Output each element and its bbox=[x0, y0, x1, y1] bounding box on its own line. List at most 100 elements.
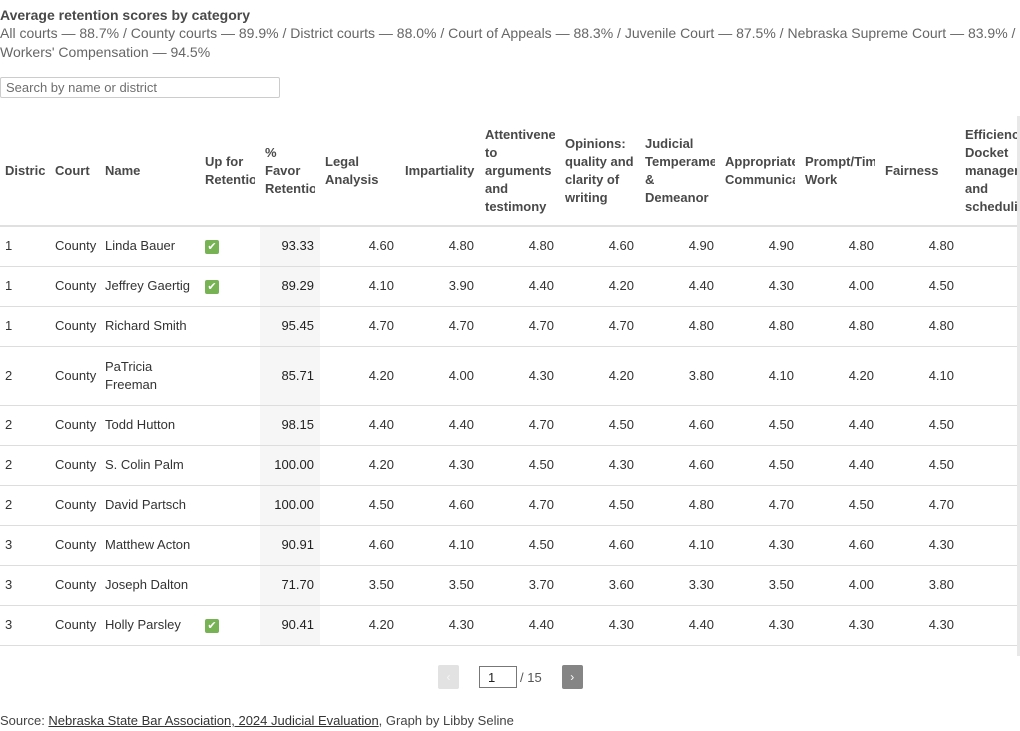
court-cell: County bbox=[50, 525, 100, 566]
column-header[interactable]: Opinions: quality and clarity of writing bbox=[560, 116, 640, 227]
score-cell: 4.50 bbox=[800, 485, 880, 526]
up-for-retention-cell bbox=[200, 445, 260, 486]
score-cell: 4.10 bbox=[320, 266, 400, 307]
score-cell: 4.30 bbox=[480, 346, 560, 406]
name-cell: Richard Smith bbox=[100, 306, 200, 347]
favor-retention-cell: 89.29 bbox=[260, 266, 320, 307]
pagination: ‹ / 15 › bbox=[438, 665, 583, 689]
up-for-retention-cell bbox=[200, 346, 260, 406]
score-cell: 4.70 bbox=[480, 306, 560, 347]
score-cell: 4.30 bbox=[880, 605, 960, 646]
source-prefix: Source: bbox=[0, 713, 49, 728]
favor-retention-cell: 90.41 bbox=[260, 605, 320, 646]
favor-retention-cell: 100.00 bbox=[260, 445, 320, 486]
column-header[interactable]: Attentiveness to arguments and testimony bbox=[480, 116, 560, 227]
score-cell: 4.20 bbox=[800, 346, 880, 406]
district-cell: 2 bbox=[0, 405, 50, 446]
district-cell: 2 bbox=[0, 485, 50, 526]
district-cell: 1 bbox=[0, 226, 50, 267]
score-cell: 3.70 bbox=[480, 565, 560, 606]
score-cell: 4.70 bbox=[480, 485, 560, 526]
up-for-retention-cell bbox=[200, 565, 260, 606]
court-cell: County bbox=[50, 306, 100, 347]
score-cell: 4.10 bbox=[880, 346, 960, 406]
score-cell: 4.50 bbox=[560, 485, 640, 526]
score-cell: 4.70 bbox=[480, 405, 560, 446]
name-cell: Joseph Dalton bbox=[100, 565, 200, 606]
column-header[interactable]: Impartiality bbox=[400, 116, 480, 227]
up-for-retention-cell: ✔ bbox=[200, 605, 260, 646]
table-row: 3 County Joseph Dalton 71.70 3.50 3.50 3.70 3.6… bbox=[0, 565, 1020, 606]
score-cell: 4.80 bbox=[480, 226, 560, 267]
favor-retention-cell: 93.33 bbox=[260, 226, 320, 267]
court-cell: County bbox=[50, 605, 100, 646]
column-header[interactable]: Up for Retention bbox=[200, 116, 260, 227]
favor-retention-cell: 100.00 bbox=[260, 485, 320, 526]
search-input[interactable] bbox=[0, 77, 280, 98]
column-header-label: Fairness bbox=[885, 162, 939, 178]
score-cell: 4.40 bbox=[800, 405, 880, 446]
up-for-retention-cell bbox=[200, 306, 260, 347]
score-cell: 4.50 bbox=[880, 405, 960, 446]
table-row: 2 County David Partsch 100.00 4.50 4.60 4.70 4.… bbox=[0, 485, 1020, 526]
score-cell: 4.90 bbox=[720, 226, 800, 267]
table-row: 1 County Richard Smith 95.45 4.70 4.70 4.70 4.7… bbox=[0, 306, 1020, 347]
column-header[interactable]: Fairness bbox=[880, 116, 960, 227]
score-cell: 4.10 bbox=[640, 525, 720, 566]
score-cell: 4.80 bbox=[800, 306, 880, 347]
column-header-label: Impartiality bbox=[405, 162, 475, 178]
up-for-retention-cell bbox=[200, 525, 260, 566]
column-header-label: Name bbox=[105, 162, 141, 178]
score-cell: 3.50 bbox=[320, 565, 400, 606]
source-note: Source: Nebraska State Bar Association, … bbox=[0, 713, 514, 728]
column-header[interactable]: Appropriate Communication bbox=[720, 116, 800, 227]
score-cell: 4.50 bbox=[880, 266, 960, 307]
score-cell: 4.50 bbox=[880, 445, 960, 486]
column-header[interactable]: % Favor Retention bbox=[260, 116, 320, 227]
favor-retention-cell: 85.71 bbox=[260, 346, 320, 406]
favor-retention-cell: 71.70 bbox=[260, 565, 320, 606]
district-cell: 3 bbox=[0, 525, 50, 566]
court-cell: County bbox=[50, 266, 100, 307]
column-header[interactable]: Judicial Temperament & Demeanor bbox=[640, 116, 720, 227]
previous-page-button[interactable]: ‹ bbox=[438, 665, 459, 689]
favor-retention-cell: 98.15 bbox=[260, 405, 320, 446]
score-cell: 4.30 bbox=[560, 605, 640, 646]
name-cell: Holly Parsley bbox=[100, 605, 200, 646]
column-header[interactable]: District bbox=[0, 116, 50, 227]
column-header[interactable]: Efficiency: Docket management and schedu… bbox=[960, 116, 1020, 227]
score-cell: 4.20 bbox=[560, 346, 640, 406]
column-header-label: Judicial Temperament & Demeanor bbox=[645, 135, 715, 205]
column-header[interactable]: Legal Analysis bbox=[320, 116, 400, 227]
up-for-retention-cell bbox=[200, 405, 260, 446]
court-cell: County bbox=[50, 445, 100, 486]
score-cell: 4. bbox=[960, 266, 1020, 307]
score-cell: 4.10 bbox=[400, 525, 480, 566]
column-header-label: % Favor Retention bbox=[265, 144, 315, 196]
score-cell: 4.00 bbox=[800, 266, 880, 307]
source-link[interactable]: Nebraska State Bar Association, 2024 Jud… bbox=[48, 713, 378, 728]
court-cell: County bbox=[50, 346, 100, 406]
score-cell: 4.40 bbox=[400, 405, 480, 446]
next-page-button[interactable]: › bbox=[561, 665, 583, 689]
page-number-input[interactable] bbox=[479, 666, 517, 688]
table-row: 3 County Matthew Acton 90.91 4.60 4.10 4.50 4.6… bbox=[0, 525, 1020, 566]
score-cell: 4.30 bbox=[720, 525, 800, 566]
score-cell: 4.20 bbox=[560, 266, 640, 307]
score-cell: 4.50 bbox=[320, 485, 400, 526]
checkmark-icon: ✔ bbox=[205, 618, 219, 633]
column-header[interactable]: Court bbox=[50, 116, 100, 227]
page-total: / 15 bbox=[520, 669, 542, 685]
score-cell: 4.70 bbox=[720, 485, 800, 526]
checkmark-icon: ✔ bbox=[205, 239, 219, 254]
column-header[interactable]: Prompt/Timely Work bbox=[800, 116, 880, 227]
column-header[interactable]: Name bbox=[100, 116, 200, 227]
score-cell: 4. bbox=[960, 405, 1020, 446]
score-cell: 4.80 bbox=[720, 306, 800, 347]
score-cell: 3.50 bbox=[720, 565, 800, 606]
favor-retention-cell: 90.91 bbox=[260, 525, 320, 566]
score-cell: 4.10 bbox=[720, 346, 800, 406]
table-row: 2 County S. Colin Palm 100.00 4.20 4.30 4.50 4.… bbox=[0, 445, 1020, 486]
score-cell: 4.70 bbox=[880, 485, 960, 526]
up-for-retention-cell: ✔ bbox=[200, 226, 260, 267]
